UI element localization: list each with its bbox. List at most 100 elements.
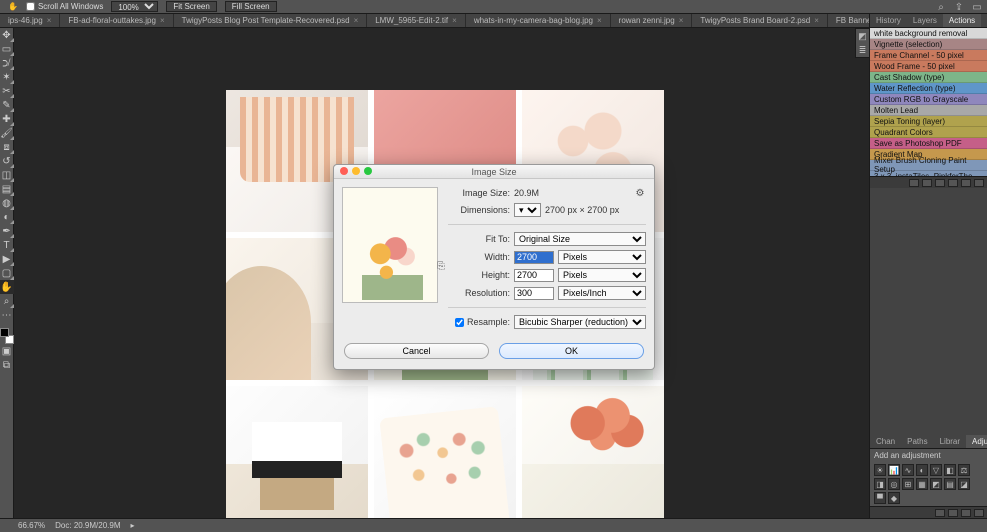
action-item[interactable]: Sepia Toning (layer) [870,116,987,127]
close-tab-icon[interactable]: × [47,16,52,25]
panel-tab-history[interactable]: History [870,14,907,27]
invert-icon[interactable]: ◩ [930,478,942,490]
close-tab-icon[interactable]: × [597,16,602,25]
vibrance-icon[interactable]: ▽ [930,464,942,476]
pen-tool[interactable]: ✒ [0,224,14,238]
hue-icon[interactable]: ◧ [944,464,956,476]
document-tab[interactable]: rowan zenni.jpg× [611,14,693,27]
zoom-tool[interactable]: ⌕ [0,294,14,308]
fit-screen-button[interactable]: Fit Screen [166,1,216,12]
action-item[interactable]: Custom RGB to Grayscale [870,94,987,105]
resolution-input[interactable] [514,287,554,300]
action-item[interactable]: Molten Lead [870,105,987,116]
resample-select[interactable]: Bicubic Sharper (reduction) [514,315,646,329]
action-item[interactable]: Save as Photoshop PDF [870,138,987,149]
stamp-tool[interactable]: ⧈ [0,140,14,154]
panel-tab-paths[interactable]: Paths [901,435,933,448]
action-item[interactable]: Wood Frame - 50 pixel [870,61,987,72]
collapsed-icon[interactable]: ≣ [859,45,867,56]
panel-tab-actions[interactable]: Actions [943,14,981,27]
move-tool[interactable]: ✥ [0,28,14,42]
workspace-icon[interactable]: ▭ [971,2,983,12]
height-input[interactable] [514,269,554,282]
dimensions-unit-select[interactable]: ▾ [514,203,541,217]
status-doc[interactable]: Doc: 20.9M/20.9M [55,521,120,530]
search-icon[interactable]: ⌕ [935,2,947,12]
collapsed-panel-strip[interactable]: ◩ ≣ [855,28,869,58]
curves-icon[interactable]: ∿ [902,464,914,476]
brightness-icon[interactable]: ☀ [874,464,886,476]
action-item[interactable]: Quadrant Colors [870,127,987,138]
collapsed-icon[interactable]: ◩ [858,31,867,42]
document-tab[interactable]: LMW_5965-Edit-2.tif× [367,14,466,27]
resample-checkbox[interactable]: Resample: [448,317,510,327]
brush-tool[interactable]: 🖌 [0,126,14,140]
panel-button[interactable] [935,509,945,517]
new-action-icon[interactable] [961,179,971,187]
path-select-tool[interactable]: ▶ [0,252,14,266]
dialog-titlebar[interactable]: Image Size [334,165,654,179]
dodge-tool[interactable]: ◐ [0,210,14,224]
document-tab[interactable]: ips-46.jpg× [0,14,60,27]
color-balance-icon[interactable]: ⚖ [958,464,970,476]
eyedropper-tool[interactable]: ✎ [0,98,14,112]
action-item[interactable]: Mixer Brush Cloning Paint Setup [870,160,987,171]
history-brush-tool[interactable]: ↺ [0,154,14,168]
window-traffic-lights[interactable] [340,167,372,175]
document-tab[interactable]: whats-in-my-camera-bag-blog.jpg× [466,14,611,27]
posterize-icon[interactable]: ▤ [944,478,956,490]
action-item[interactable]: Cast Shadow (type) [870,72,987,83]
document-tab[interactable]: TwigyPosts Blog Post Template-Recovered.… [174,14,368,27]
document-tab[interactable]: TwigyPosts Brand Board-2.psd× [692,14,828,27]
trash-icon[interactable] [974,179,984,187]
panel-button[interactable] [974,509,984,517]
blur-tool[interactable]: ◍ [0,196,14,210]
height-unit-select[interactable]: Pixels [558,268,646,282]
close-tab-icon[interactable]: × [354,16,359,25]
panel-tab-chan[interactable]: Chan [870,435,901,448]
cancel-button[interactable]: Cancel [344,343,489,359]
play-icon[interactable] [935,179,945,187]
resolution-unit-select[interactable]: Pixels/Inch [558,286,646,300]
action-item[interactable]: Frame Channel - 50 pixel [870,50,987,61]
scroll-all-checkbox[interactable]: Scroll All Windows [26,2,103,11]
action-item[interactable]: Vignette (selection) [870,39,987,50]
link-icon[interactable]: ⎘ [436,256,446,276]
channel-mixer-icon[interactable]: ⊞ [902,478,914,490]
panel-tab-layers[interactable]: Layers [907,14,943,27]
fit-to-select[interactable]: Original Size [514,232,646,246]
zoom-window-icon[interactable] [364,167,372,175]
close-tab-icon[interactable]: × [160,16,165,25]
status-chevron-icon[interactable]: ▸ [131,521,135,530]
action-item[interactable]: white background removal [870,28,987,39]
exposure-icon[interactable]: ◐ [916,464,928,476]
levels-icon[interactable]: 📊 [888,464,900,476]
ok-button[interactable]: OK [499,343,644,359]
close-tab-icon[interactable]: × [679,16,684,25]
threshold-icon[interactable]: ◪ [958,478,970,490]
healing-tool[interactable]: ✚ [0,112,14,126]
panel-tab-librar[interactable]: Librar [934,435,966,448]
new-set-icon[interactable] [948,179,958,187]
status-zoom[interactable]: 66.67% [18,521,45,530]
selective-color-icon[interactable]: ◆ [888,492,900,504]
color-lookup-icon[interactable]: ▦ [916,478,928,490]
actions-panel[interactable]: white background removalVignette (select… [870,28,987,176]
share-icon[interactable]: ⇪ [953,2,965,12]
close-tab-icon[interactable]: × [814,16,819,25]
photo-filter-icon[interactable]: ◎ [888,478,900,490]
panel-button[interactable] [961,509,971,517]
close-tab-icon[interactable]: × [452,16,457,25]
foreground-swatch[interactable] [0,328,9,337]
document-tab[interactable]: FB-ad-floral-outtakes.jpg× [60,14,173,27]
bw-icon[interactable]: ◨ [874,478,886,490]
stop-icon[interactable] [909,179,919,187]
gradient-tool[interactable]: ▤ [0,182,14,196]
gradient-map-icon[interactable]: ▀ [874,492,886,504]
width-unit-select[interactable]: Pixels [558,250,646,264]
eraser-tool[interactable]: ◫ [0,168,14,182]
screenmode-toggle[interactable]: ⧉ [0,358,14,372]
width-input[interactable] [514,251,554,264]
hand-tool[interactable]: ✋ [0,280,14,294]
type-tool[interactable]: T [0,238,14,252]
